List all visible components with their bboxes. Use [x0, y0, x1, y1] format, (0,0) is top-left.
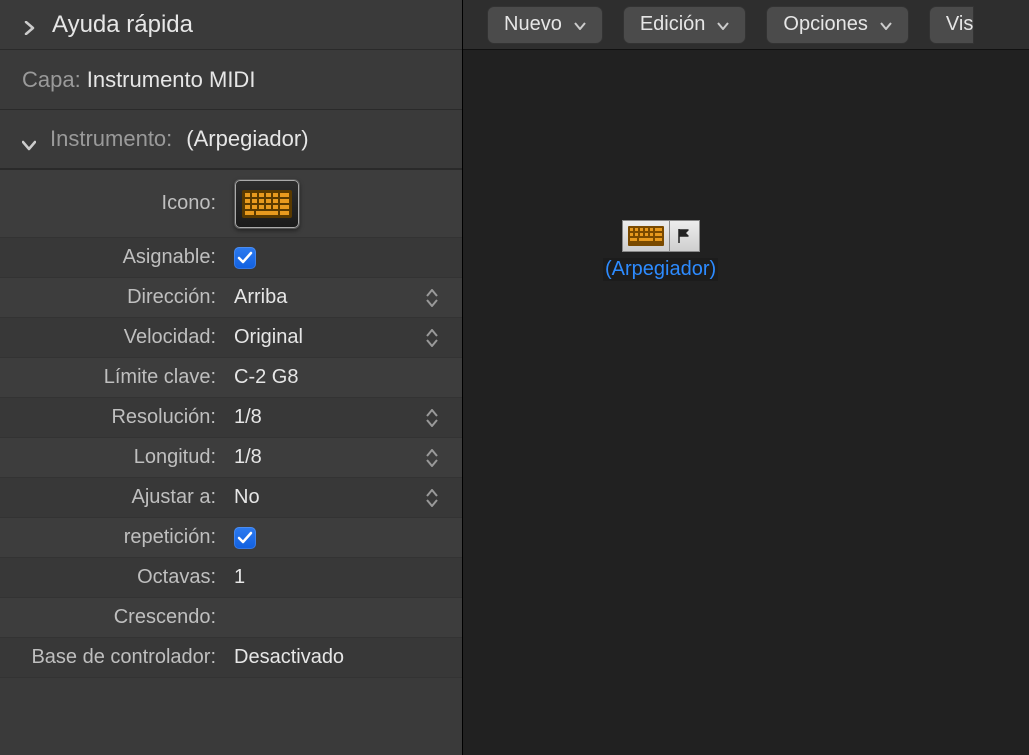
- layer-row[interactable]: Capa: Instrumento MIDI: [0, 50, 462, 110]
- direction-select[interactable]: Arriba: [226, 278, 462, 317]
- param-row-resolution: Resolución: 1/8: [0, 398, 462, 438]
- toolbar-label: Edición: [640, 13, 706, 36]
- chevron-down-icon: [717, 13, 729, 36]
- instrument-label: Instrumento:: [50, 126, 172, 152]
- param-value: Desactivado: [234, 646, 344, 669]
- stepper-icon[interactable]: [426, 289, 438, 307]
- crescendo-field[interactable]: [226, 598, 462, 637]
- param-row-length: Longitud: 1/8: [0, 438, 462, 478]
- layer-label: Capa:: [22, 67, 81, 93]
- node-keyboard-icon: [622, 220, 670, 252]
- resolution-select[interactable]: 1/8: [226, 398, 462, 437]
- param-label: Dirección:: [0, 286, 226, 309]
- param-label: Octavas:: [0, 566, 226, 589]
- param-label: repetición:: [0, 526, 226, 549]
- param-value: C-2 G8: [234, 366, 298, 389]
- param-row-repeat: repetición:: [0, 518, 462, 558]
- param-row-controllerbase: Base de controlador: Desactivado: [0, 638, 462, 678]
- parameter-list: Icono: Asignable:: [0, 170, 462, 678]
- keyboard-icon: [242, 190, 292, 218]
- node-icon-group: [622, 220, 700, 252]
- param-row-keylimit: Límite clave: C-2 G8: [0, 358, 462, 398]
- param-row-icon: Icono:: [0, 170, 462, 238]
- layer-value: Instrumento MIDI: [87, 67, 256, 93]
- node-output-icon: [670, 220, 700, 252]
- param-label: Icono:: [0, 192, 226, 215]
- arpeggiator-node[interactable]: (Arpegiador): [603, 220, 718, 281]
- param-value: Original: [234, 326, 303, 349]
- param-label: Base de controlador:: [0, 646, 226, 669]
- chevron-right-icon: [22, 18, 36, 32]
- param-label: Asignable:: [0, 246, 226, 269]
- snap-select[interactable]: No: [226, 478, 462, 517]
- chevron-down-icon: [880, 13, 892, 36]
- stepper-icon[interactable]: [426, 409, 438, 427]
- param-label: Límite clave:: [0, 366, 226, 389]
- velocity-select[interactable]: Original: [226, 318, 462, 357]
- node-label[interactable]: (Arpegiador): [603, 258, 718, 281]
- quick-help-title: Ayuda rápida: [52, 11, 193, 39]
- assignable-checkbox[interactable]: [234, 247, 256, 269]
- instrument-value: (Arpegiador): [186, 126, 308, 152]
- edit-menu-button[interactable]: Edición: [623, 6, 747, 44]
- instrument-header[interactable]: Instrumento: (Arpegiador): [0, 110, 462, 170]
- param-row-octaves: Octavas: 1: [0, 558, 462, 598]
- stepper-icon[interactable]: [426, 449, 438, 467]
- param-label: Velocidad:: [0, 326, 226, 349]
- options-menu-button[interactable]: Opciones: [766, 6, 909, 44]
- app-root: Ayuda rápida Capa: Instrumento MIDI Inst…: [0, 0, 1029, 755]
- environment-canvas[interactable]: (Arpegiador): [463, 50, 1029, 755]
- view-menu-button[interactable]: Vis: [929, 6, 974, 44]
- chevron-down-icon: [22, 132, 36, 146]
- length-select[interactable]: 1/8: [226, 438, 462, 477]
- param-label: Ajustar a:: [0, 486, 226, 509]
- param-row-snap: Ajustar a: No: [0, 478, 462, 518]
- octaves-field[interactable]: 1: [226, 558, 462, 597]
- param-row-velocity: Velocidad: Original: [0, 318, 462, 358]
- param-label: Longitud:: [0, 446, 226, 469]
- param-row-assignable: Asignable:: [0, 238, 462, 278]
- param-row-crescendo: Crescendo:: [0, 598, 462, 638]
- param-row-direction: Dirección: Arriba: [0, 278, 462, 318]
- chevron-down-icon: [574, 13, 586, 36]
- stepper-icon[interactable]: [426, 329, 438, 347]
- inspector-sidebar: Ayuda rápida Capa: Instrumento MIDI Inst…: [0, 0, 463, 755]
- controllerbase-select[interactable]: Desactivado: [226, 638, 462, 677]
- stepper-icon[interactable]: [426, 489, 438, 507]
- param-value-icon[interactable]: [226, 170, 462, 237]
- main-area: Nuevo Edición Opciones Vis: [463, 0, 1029, 755]
- new-menu-button[interactable]: Nuevo: [487, 6, 603, 44]
- param-label: Resolución:: [0, 406, 226, 429]
- quick-help-header[interactable]: Ayuda rápida: [0, 0, 462, 50]
- instrument-icon-well[interactable]: [234, 179, 300, 229]
- param-value: 1/8: [234, 446, 262, 469]
- toolbar-label: Vis: [946, 13, 973, 36]
- toolbar-label: Opciones: [783, 13, 868, 36]
- keylimit-field[interactable]: C-2 G8: [226, 358, 462, 397]
- repeat-checkbox[interactable]: [234, 527, 256, 549]
- toolbar-label: Nuevo: [504, 13, 562, 36]
- param-value: 1/8: [234, 406, 262, 429]
- param-value: 1: [234, 566, 245, 589]
- param-label: Crescendo:: [0, 606, 226, 629]
- environment-toolbar: Nuevo Edición Opciones Vis: [463, 0, 1029, 50]
- param-value: No: [234, 486, 260, 509]
- param-value: Arriba: [234, 286, 287, 309]
